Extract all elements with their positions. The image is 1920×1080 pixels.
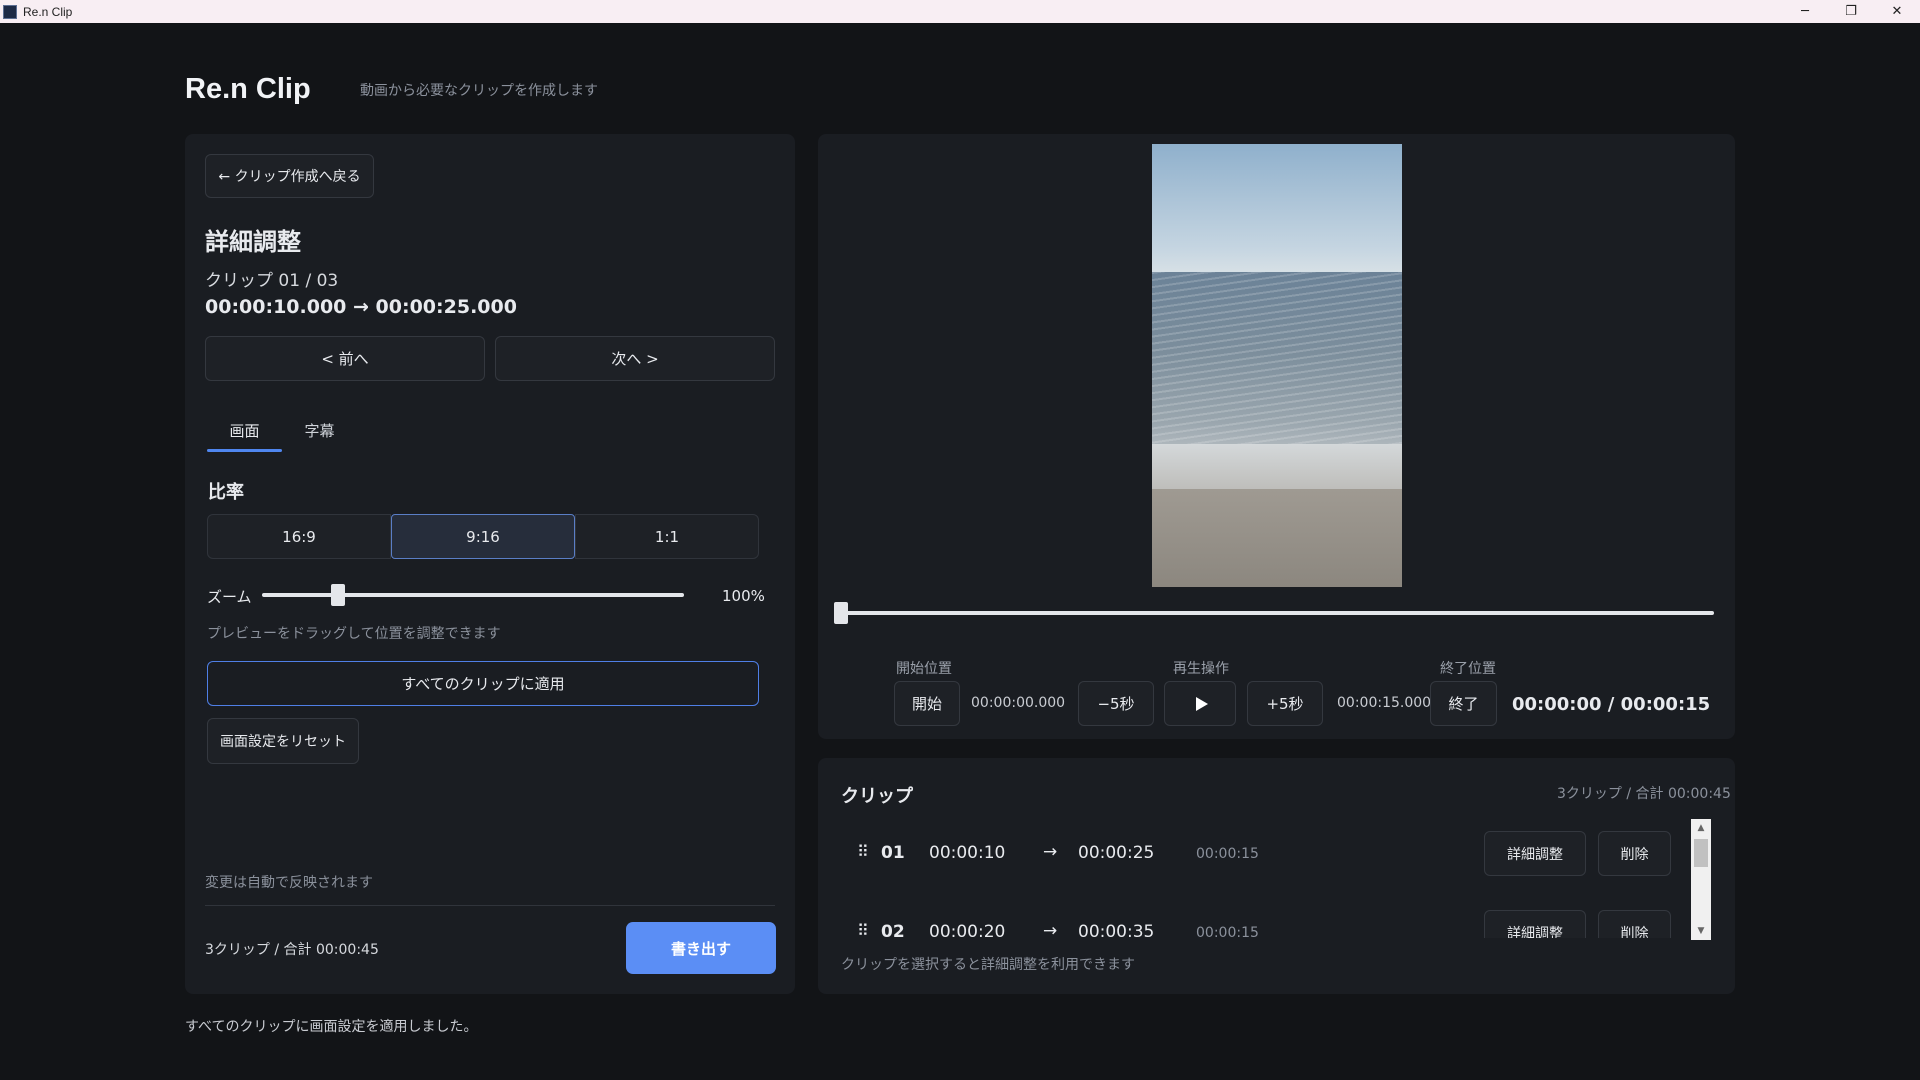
minimize-button[interactable]: ─ [1782, 0, 1828, 23]
seek-bar-track[interactable] [834, 611, 1714, 615]
preview-sky [1152, 144, 1402, 274]
app-icon [3, 4, 17, 19]
clip-number: 01 [881, 843, 905, 863]
drag-hint: プレビューをドラッグして位置を調整できます [207, 626, 501, 642]
back-5s-button[interactable]: −5秒 [1078, 681, 1154, 726]
divider [205, 905, 775, 906]
status-message: すべてのクリップに画面設定を適用しました。 [185, 1019, 478, 1035]
playback-label: 再生操作 [1173, 661, 1229, 677]
tab-subtitles[interactable]: 字幕 [282, 420, 357, 441]
clip-list: ⠿ 01 00:00:10 → 00:00:25 00:00:15 詳細調整 削… [841, 820, 1693, 938]
export-button[interactable]: 書き出す [626, 922, 776, 974]
app-title: Re.n Clip [185, 73, 311, 105]
prev-clip-button[interactable]: < 前へ [205, 336, 485, 381]
zoom-slider-track[interactable] [262, 593, 684, 597]
window-controls: ─ ❐ ✕ [1782, 0, 1920, 23]
ratio-option-9-16[interactable]: 9:16 [391, 514, 575, 559]
app-subtitle: 動画から必要なクリップを作成します [360, 83, 598, 99]
clips-summary: 3クリップ / 合計 00:00:45 [1557, 786, 1731, 802]
preview-sand [1152, 489, 1402, 587]
close-button[interactable]: ✕ [1874, 0, 1920, 23]
detail-panel [185, 134, 795, 994]
ratio-option-1-1[interactable]: 1:1 [575, 514, 759, 559]
arrow-icon: → [1043, 921, 1058, 938]
clip-end: 00:00:25 [1078, 843, 1155, 863]
next-clip-button[interactable]: 次へ > [495, 336, 775, 381]
scroll-down-icon[interactable]: ▼ [1691, 922, 1711, 940]
end-time: 00:00:15.000 [1337, 695, 1432, 711]
ratio-label: 比率 [208, 482, 244, 503]
start-position-label: 開始位置 [896, 661, 952, 677]
window-title: Re.n Clip [23, 4, 73, 19]
zoom-label: ズーム [207, 588, 252, 606]
back-to-clip-button[interactable]: ← クリップ作成へ戻る [205, 154, 374, 198]
scroll-up-icon[interactable]: ▲ [1691, 819, 1711, 837]
set-end-button[interactable]: 終了 [1430, 681, 1497, 726]
forward-5s-button[interactable]: +5秒 [1247, 681, 1323, 726]
drag-handle-icon[interactable]: ⠿ [857, 921, 869, 938]
play-icon [1195, 696, 1208, 711]
active-tab-indicator [207, 449, 282, 452]
seek-bar-handle[interactable] [834, 602, 848, 624]
restore-button[interactable]: ❐ [1828, 0, 1874, 23]
start-time: 00:00:00.000 [971, 695, 1066, 711]
zoom-value: 100% [722, 587, 765, 605]
zoom-slider-handle[interactable] [331, 584, 346, 606]
play-button[interactable] [1164, 681, 1236, 726]
scrollbar-thumb[interactable] [1694, 839, 1708, 867]
clip-list-scrollbar[interactable]: ▲ ▼ [1691, 819, 1711, 940]
ratio-option-16-9[interactable]: 16:9 [207, 514, 391, 559]
clip-end: 00:00:35 [1078, 922, 1155, 938]
auto-apply-note: 変更は自動で反映されます [205, 875, 373, 891]
clip-time-range: 00:00:10.000 → 00:00:25.000 [205, 296, 517, 318]
clip-start: 00:00:20 [929, 922, 1006, 938]
drag-handle-icon[interactable]: ⠿ [857, 842, 869, 861]
end-position-label: 終了位置 [1440, 661, 1496, 677]
detail-heading: 詳細調整 [205, 228, 301, 256]
clip-delete-button[interactable]: 削除 [1598, 831, 1671, 876]
clip-duration: 00:00:15 [1196, 925, 1259, 938]
clips-title: クリップ [841, 786, 913, 807]
clip-counter: クリップ 01 / 03 [205, 271, 339, 291]
clip-delete-button[interactable]: 削除 [1598, 910, 1671, 938]
clip-row[interactable]: ⠿ 02 00:00:20 → 00:00:35 00:00:15 詳細調整 削… [841, 899, 1693, 938]
tab-screen[interactable]: 画面 [207, 420, 282, 441]
ratio-selector: 16:9 9:16 1:1 [207, 514, 759, 559]
preview-sea [1152, 272, 1402, 472]
arrow-icon: → [1043, 842, 1058, 862]
clip-duration: 00:00:15 [1196, 846, 1259, 862]
title-bar: Re.n Clip ─ ❐ ✕ [0, 0, 1920, 23]
set-start-button[interactable]: 開始 [894, 681, 960, 726]
clip-start: 00:00:10 [929, 843, 1006, 863]
clip-row[interactable]: ⠿ 01 00:00:10 → 00:00:25 00:00:15 詳細調整 削… [841, 820, 1693, 882]
reset-screen-settings-button[interactable]: 画面設定をリセット [207, 718, 359, 764]
clip-detail-button[interactable]: 詳細調整 [1484, 910, 1586, 938]
playback-time: 00:00:00 / 00:00:15 [1512, 694, 1711, 715]
clip-number: 02 [881, 922, 905, 938]
apply-all-clips-button[interactable]: すべてのクリップに適用 [207, 661, 759, 706]
video-preview[interactable] [1152, 144, 1402, 587]
clip-detail-button[interactable]: 詳細調整 [1484, 831, 1586, 876]
clips-hint: クリップを選択すると詳細調整を利用できます [841, 957, 1135, 973]
clip-summary: 3クリップ / 合計 00:00:45 [205, 942, 379, 958]
